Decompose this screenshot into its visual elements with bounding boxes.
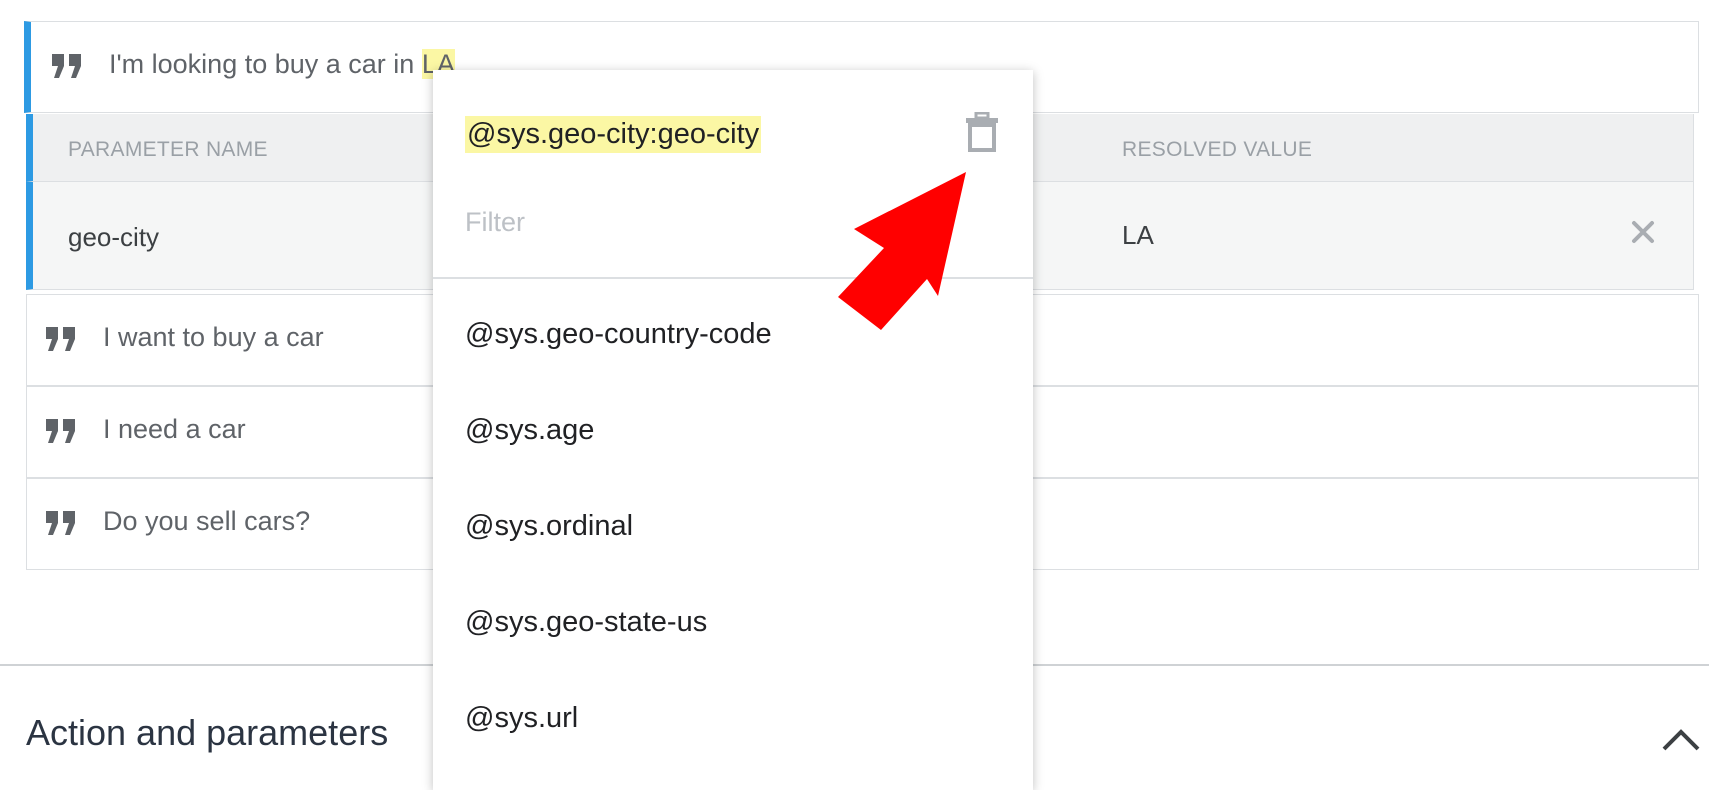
entity-option[interactable]: @sys.age [433, 384, 1033, 480]
entity-option[interactable]: @sys.geo-state-us [433, 576, 1033, 672]
phrase-text[interactable]: I'm looking to buy a car in LA [109, 49, 455, 80]
entity-option-label: @sys.geo-country-code [465, 318, 772, 350]
phrase-text-part: I'm looking to buy a car in [109, 49, 422, 79]
close-icon[interactable] [1623, 212, 1663, 252]
quote-icon [46, 419, 75, 443]
section-title[interactable]: Action and parameters [26, 712, 388, 754]
resolved-value-cell[interactable]: LA [1122, 220, 1154, 251]
column-parameter-name: PARAMETER NAME [68, 138, 268, 161]
trash-icon[interactable] [965, 112, 999, 152]
entity-option-label: @sys.ordinal [465, 510, 634, 542]
quote-icon [46, 327, 75, 351]
chevron-up-icon[interactable] [1660, 724, 1702, 754]
parameter-name-cell[interactable]: geo-city [68, 222, 159, 253]
quote-icon [52, 54, 81, 78]
entity-option-label: @sys.geo-state-us [465, 606, 708, 638]
quote-icon [46, 511, 75, 535]
column-resolved-value: RESOLVED VALUE [1122, 138, 1313, 161]
entity-option[interactable]: @sys.ordinal [433, 480, 1033, 576]
phrase-text[interactable]: Do you sell cars? [103, 506, 310, 537]
entity-option[interactable]: @sys.url [433, 672, 1033, 768]
red-pointer-arrow-icon [838, 172, 966, 330]
phrase-text[interactable]: I need a car [103, 414, 246, 445]
phrase-text[interactable]: I want to buy a car [103, 322, 324, 353]
entity-option-label: @sys.url [465, 702, 579, 734]
entity-option-label: @sys.age [465, 414, 595, 446]
selected-entity[interactable]: @sys.geo-city:geo-city [465, 116, 762, 153]
